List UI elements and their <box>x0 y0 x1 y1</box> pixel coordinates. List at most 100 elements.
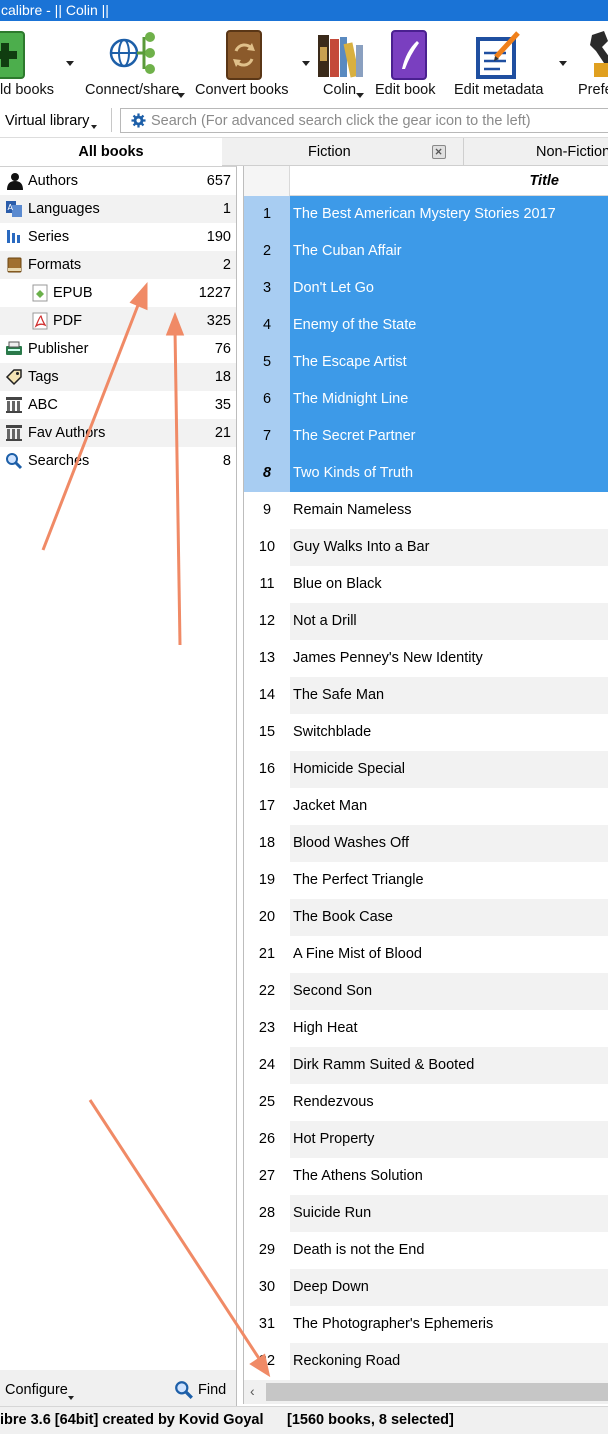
row-number[interactable]: 21 <box>244 936 290 973</box>
scrollbar-thumb[interactable] <box>266 1383 608 1401</box>
book-title-cell[interactable]: Hot Property <box>290 1121 608 1158</box>
table-row[interactable]: 10 Guy Walks Into a Bar <box>244 529 608 566</box>
book-title-cell[interactable]: Jacket Man <box>290 788 608 825</box>
table-row[interactable]: 8 Two Kinds of Truth <box>244 455 608 492</box>
book-title-cell[interactable]: The Best American Mystery Stories 2017 <box>290 196 608 233</box>
row-number[interactable]: 12 <box>244 603 290 640</box>
book-title-cell[interactable]: Reckoning Road <box>290 1343 608 1380</box>
tab-nonfiction[interactable]: Non-Fiction <box>536 138 608 166</box>
book-title-cell[interactable]: The Book Case <box>290 899 608 936</box>
row-number[interactable]: 11 <box>244 566 290 603</box>
row-number[interactable]: 10 <box>244 529 290 566</box>
edit-metadata-dropdown-arrow[interactable] <box>559 61 567 66</box>
row-number[interactable]: 20 <box>244 899 290 936</box>
book-title-cell[interactable]: The Safe Man <box>290 677 608 714</box>
table-row[interactable]: 27 The Athens Solution <box>244 1158 608 1195</box>
row-number[interactable]: 27 <box>244 1158 290 1195</box>
row-number[interactable]: 7 <box>244 418 290 455</box>
book-title-cell[interactable]: Deep Down <box>290 1269 608 1306</box>
table-row[interactable]: 22 Second Son <box>244 973 608 1010</box>
table-row[interactable]: 12 Not a Drill <box>244 603 608 640</box>
book-title-cell[interactable]: Blood Washes Off <box>290 825 608 862</box>
search-input[interactable]: Search (For advanced search click the ge… <box>120 108 608 133</box>
library-button[interactable]: Colin <box>316 21 368 101</box>
table-row[interactable]: 6 The Midnight Line <box>244 381 608 418</box>
table-row[interactable]: 19 The Perfect Triangle <box>244 862 608 899</box>
book-title-cell[interactable]: Two Kinds of Truth <box>290 455 608 492</box>
tree-item-epub[interactable]: EPUB 1227 <box>0 279 236 307</box>
table-row[interactable]: 17 Jacket Man <box>244 788 608 825</box>
edit-metadata-button[interactable]: Edit metadata <box>454 21 567 101</box>
table-row[interactable]: 29 Death is not the End <box>244 1232 608 1269</box>
row-number[interactable]: 13 <box>244 640 290 677</box>
tree-item-tags[interactable]: Tags 18 <box>0 363 236 391</box>
table-row[interactable]: 31 The Photographer's Ephemeris <box>244 1306 608 1343</box>
book-title-cell[interactable]: Don't Let Go <box>290 270 608 307</box>
table-row[interactable]: 1 The Best American Mystery Stories 2017 <box>244 196 608 233</box>
connect-share-button[interactable]: Connect/share <box>84 21 189 101</box>
table-row[interactable]: 11 Blue on Black <box>244 566 608 603</box>
row-number[interactable]: 19 <box>244 862 290 899</box>
book-title-cell[interactable]: A Fine Mist of Blood <box>290 936 608 973</box>
row-number[interactable]: 22 <box>244 973 290 1010</box>
table-row[interactable]: 13 James Penney's New Identity <box>244 640 608 677</box>
book-title-cell[interactable]: The Perfect Triangle <box>290 862 608 899</box>
row-number[interactable]: 29 <box>244 1232 290 1269</box>
configure-dropdown-arrow[interactable] <box>68 1396 74 1400</box>
row-number[interactable]: 6 <box>244 381 290 418</box>
table-row[interactable]: 7 The Secret Partner <box>244 418 608 455</box>
book-title-cell[interactable]: Second Son <box>290 973 608 1010</box>
book-title-cell[interactable]: The Photographer's Ephemeris <box>290 1306 608 1343</box>
table-row[interactable]: 5 The Escape Artist <box>244 344 608 381</box>
row-number[interactable]: 30 <box>244 1269 290 1306</box>
edit-book-button[interactable]: Edit book <box>374 21 444 101</box>
gear-icon[interactable] <box>131 113 146 128</box>
table-row[interactable]: 23 High Heat <box>244 1010 608 1047</box>
table-row[interactable]: 18 Blood Washes Off <box>244 825 608 862</box>
row-number[interactable]: 31 <box>244 1306 290 1343</box>
tree-item-formats[interactable]: Formats 2 <box>0 251 236 279</box>
tab-all-books[interactable]: All books <box>0 138 222 166</box>
row-number[interactable]: 25 <box>244 1084 290 1121</box>
configure-button[interactable]: Configure <box>5 1381 68 1399</box>
row-number[interactable]: 15 <box>244 714 290 751</box>
table-row[interactable]: 28 Suicide Run <box>244 1195 608 1232</box>
row-number[interactable]: 23 <box>244 1010 290 1047</box>
row-number[interactable]: 1 <box>244 196 290 233</box>
preferences-button[interactable]: Prefe <box>578 21 608 101</box>
row-number[interactable]: 28 <box>244 1195 290 1232</box>
close-tab-icon[interactable] <box>432 145 446 159</box>
virtual-library-button[interactable]: Virtual library <box>5 112 89 130</box>
book-title-cell[interactable]: The Cuban Affair <box>290 233 608 270</box>
table-row[interactable]: 4 Enemy of the State <box>244 307 608 344</box>
table-row[interactable]: 21 A Fine Mist of Blood <box>244 936 608 973</box>
book-title-cell[interactable]: Remain Nameless <box>290 492 608 529</box>
convert-books-dropdown-arrow[interactable] <box>302 61 310 66</box>
header-corner[interactable] <box>244 166 290 196</box>
book-title-cell[interactable]: James Penney's New Identity <box>290 640 608 677</box>
tab-fiction[interactable]: Fiction <box>222 138 464 166</box>
row-number[interactable]: 9 <box>244 492 290 529</box>
book-title-cell[interactable]: Suicide Run <box>290 1195 608 1232</box>
tree-item-authors[interactable]: Authors 657 <box>0 167 236 195</box>
book-title-cell[interactable]: Dirk Ramm Suited & Booted <box>290 1047 608 1084</box>
row-number[interactable]: 3 <box>244 270 290 307</box>
row-number[interactable]: 26 <box>244 1121 290 1158</box>
book-title-cell[interactable]: Death is not the End <box>290 1232 608 1269</box>
book-title-cell[interactable]: The Escape Artist <box>290 344 608 381</box>
add-books-button[interactable]: ld books <box>0 21 80 101</box>
column-header-title[interactable]: Title <box>290 166 608 196</box>
row-number[interactable]: 24 <box>244 1047 290 1084</box>
table-row[interactable]: 2 The Cuban Affair <box>244 233 608 270</box>
virtual-library-dropdown-arrow[interactable] <box>91 125 97 129</box>
book-title-cell[interactable]: Homicide Special <box>290 751 608 788</box>
table-row[interactable]: 24 Dirk Ramm Suited & Booted <box>244 1047 608 1084</box>
row-number[interactable]: 8 <box>244 455 290 492</box>
table-row[interactable]: 16 Homicide Special <box>244 751 608 788</box>
book-title-cell[interactable]: Guy Walks Into a Bar <box>290 529 608 566</box>
table-row[interactable]: 25 Rendezvous <box>244 1084 608 1121</box>
table-row[interactable]: 20 The Book Case <box>244 899 608 936</box>
book-title-cell[interactable]: Rendezvous <box>290 1084 608 1121</box>
tree-item-searches[interactable]: Searches 8 <box>0 447 236 475</box>
table-row[interactable]: 9 Remain Nameless <box>244 492 608 529</box>
